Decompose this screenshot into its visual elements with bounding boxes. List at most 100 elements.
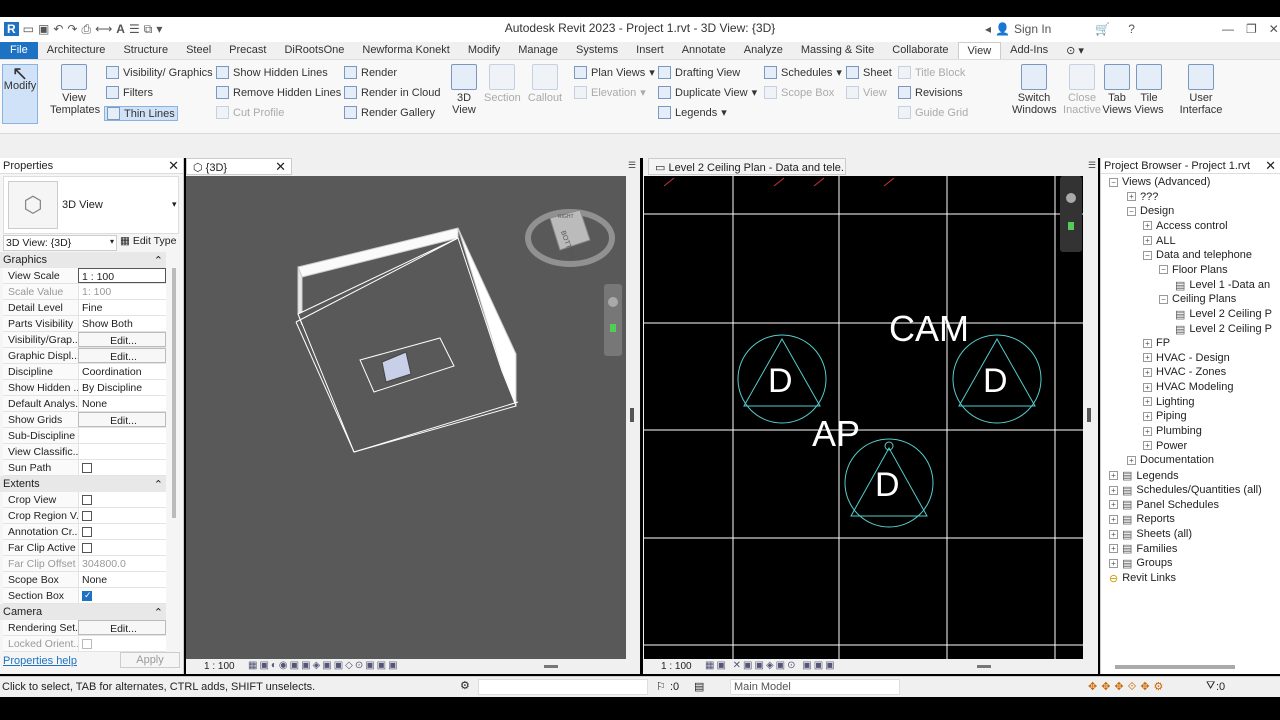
view-scale[interactable]: 1 : 100 bbox=[204, 661, 235, 672]
restore-icon[interactable]: ❐ bbox=[1246, 22, 1257, 36]
property-value[interactable] bbox=[78, 444, 166, 459]
property-row[interactable]: Show Grids Edit... bbox=[3, 412, 166, 428]
view-control-icons[interactable]: ▦▣ ✕▣▣◈▣⊙ ▣▣▣ bbox=[705, 660, 837, 671]
plan-vertical-scrollbar[interactable] bbox=[1085, 176, 1095, 659]
expand-icon[interactable]: + bbox=[1127, 192, 1136, 202]
section-extents[interactable]: Extents ⌃ bbox=[0, 476, 166, 492]
browser-item[interactable]: + ▤ Panel Schedules bbox=[1109, 498, 1219, 511]
zoom-icon[interactable] bbox=[1068, 222, 1074, 230]
property-value[interactable]: Edit... bbox=[78, 412, 166, 427]
sign-in-link[interactable]: Sign In bbox=[1014, 22, 1051, 36]
property-row[interactable]: View Classific... bbox=[3, 444, 166, 460]
show-hidden-lines-button[interactable]: Show Hidden Lines bbox=[216, 66, 328, 79]
cart-icon[interactable]: 🛒 bbox=[1095, 22, 1110, 36]
workset-icon[interactable]: ⚙ bbox=[460, 679, 470, 692]
schedules-button[interactable]: Schedules ▾ bbox=[764, 66, 842, 79]
property-row[interactable]: Scope Box None bbox=[3, 572, 166, 588]
property-row[interactable]: Visibility/Grap... Edit... bbox=[3, 332, 166, 348]
browser-item[interactable]: + HVAC - Zones bbox=[1143, 366, 1226, 378]
plan-views-button[interactable]: Plan Views ▾ bbox=[574, 66, 655, 79]
browser-item[interactable]: + ▤ Reports bbox=[1109, 513, 1175, 526]
expand-icon[interactable]: + bbox=[1143, 338, 1152, 348]
legends-button[interactable]: Legends ▾ bbox=[658, 106, 727, 119]
thin-lines-button[interactable]: Thin Lines bbox=[104, 106, 178, 121]
instance-selector[interactable]: 3D View: {3D} ▾ bbox=[3, 235, 117, 251]
collapse-icon[interactable]: − bbox=[1127, 206, 1136, 216]
property-value[interactable]: By Discipline bbox=[78, 380, 166, 395]
property-row[interactable]: Section Box bbox=[3, 588, 166, 604]
checkbox[interactable] bbox=[82, 543, 92, 553]
view-button[interactable]: View bbox=[846, 86, 887, 99]
property-row[interactable]: Default Analys... None bbox=[3, 396, 166, 412]
expand-icon[interactable]: + bbox=[1143, 441, 1152, 451]
close-inactive-button[interactable]: Close Inactive bbox=[1062, 64, 1102, 116]
3d-view-button[interactable]: 3D View bbox=[448, 64, 480, 116]
collapse-icon[interactable]: − bbox=[1159, 294, 1168, 304]
property-value[interactable]: 1: 100 bbox=[78, 284, 166, 299]
tab-structure[interactable]: Structure bbox=[114, 42, 177, 59]
browser-item[interactable]: + Lighting bbox=[1143, 396, 1195, 408]
navigation-bar[interactable] bbox=[1060, 176, 1082, 252]
browser-item[interactable]: + ▤ Sheets (all) bbox=[1109, 528, 1192, 541]
collapse-icon[interactable]: − bbox=[1109, 177, 1118, 187]
tile-views-button[interactable]: Tile Views bbox=[1134, 64, 1164, 116]
property-value[interactable] bbox=[78, 492, 166, 507]
zoom-icon[interactable] bbox=[610, 324, 616, 332]
steering-wheel-icon[interactable] bbox=[1066, 193, 1076, 203]
property-value[interactable] bbox=[78, 540, 166, 555]
browser-item[interactable]: + Documentation bbox=[1127, 454, 1214, 466]
visibility-graphics-button[interactable]: Visibility/ Graphics bbox=[106, 66, 213, 79]
tab-modify[interactable]: Modify bbox=[459, 42, 509, 59]
browser-item[interactable]: ⊖ Revit Links bbox=[1109, 572, 1176, 585]
property-row[interactable]: Crop View bbox=[3, 492, 166, 508]
property-row[interactable]: Far Clip Offset 304800.0 bbox=[3, 556, 166, 572]
tab-analyze[interactable]: Analyze bbox=[735, 42, 792, 59]
view-menu-icon[interactable]: ☰ bbox=[1088, 160, 1096, 171]
render-button[interactable]: Render bbox=[344, 66, 397, 79]
browser-item[interactable]: + HVAC - Design bbox=[1143, 352, 1230, 364]
editable-only-icon[interactable]: ⚐ bbox=[656, 680, 666, 693]
browser-item[interactable]: + HVAC Modeling bbox=[1143, 381, 1233, 393]
collapse-icon[interactable]: − bbox=[1159, 265, 1168, 275]
sheet-button[interactable]: Sheet bbox=[846, 66, 892, 79]
expand-icon[interactable]: + bbox=[1143, 426, 1152, 436]
property-value[interactable]: Show Both bbox=[78, 316, 166, 331]
browser-item[interactable]: + FP bbox=[1143, 337, 1170, 349]
property-value[interactable] bbox=[78, 428, 166, 443]
property-row[interactable]: Far Clip Active bbox=[3, 540, 166, 556]
tab-collaborate[interactable]: Collaborate bbox=[883, 42, 957, 59]
browser-item[interactable]: − Ceiling Plans bbox=[1159, 293, 1236, 305]
view-templates-button[interactable]: View Templates bbox=[50, 64, 100, 116]
ceiling-plan-canvas[interactable]: D D D CAM AP bbox=[644, 176, 1083, 659]
checkbox[interactable] bbox=[82, 495, 92, 505]
design-option-dropdown[interactable]: Main Model bbox=[730, 679, 900, 695]
tab-manage[interactable]: Manage bbox=[509, 42, 567, 59]
expand-icon[interactable]: + bbox=[1109, 485, 1118, 495]
type-selector[interactable]: ⬡ 3D View ▾ bbox=[3, 176, 179, 234]
revisions-button[interactable]: Revisions bbox=[898, 86, 963, 99]
drafting-view-button[interactable]: Drafting View bbox=[658, 66, 740, 79]
section-graphics[interactable]: Graphics ⌃ bbox=[0, 252, 166, 268]
browser-item[interactable]: + ▤ Groups bbox=[1109, 557, 1172, 570]
duplicate-view-button[interactable]: Duplicate View ▾ bbox=[658, 86, 757, 99]
edit-type-button[interactable]: ▦ Edit Type bbox=[120, 235, 176, 247]
collapse-icon[interactable]: − bbox=[1143, 250, 1152, 260]
browser-item[interactable]: +??? bbox=[1127, 191, 1158, 203]
expand-icon[interactable]: + bbox=[1143, 411, 1152, 421]
search-icon[interactable]: ◂ bbox=[985, 22, 991, 36]
section-button[interactable]: Section bbox=[484, 64, 521, 104]
tab-view[interactable]: View bbox=[957, 42, 1002, 59]
expand-icon[interactable]: + bbox=[1143, 367, 1152, 377]
browser-item[interactable]: + Plumbing bbox=[1143, 425, 1202, 437]
close-icon[interactable]: ✕ bbox=[275, 159, 286, 175]
browser-item[interactable]: + Piping bbox=[1143, 410, 1187, 422]
3d-vertical-scrollbar[interactable] bbox=[628, 176, 638, 659]
horizontal-scrollbar[interactable] bbox=[977, 665, 991, 668]
checkbox[interactable] bbox=[82, 463, 92, 473]
render-in-cloud-button[interactable]: Render in Cloud bbox=[344, 86, 441, 99]
view-scale[interactable]: 1 : 100 bbox=[661, 661, 692, 672]
property-row[interactable]: Detail Level Fine bbox=[3, 300, 166, 316]
3d-canvas[interactable]: BOTTOM RIGHT bbox=[186, 176, 626, 659]
expand-icon[interactable]: + bbox=[1109, 558, 1118, 568]
expand-icon[interactable]: + bbox=[1109, 529, 1118, 539]
